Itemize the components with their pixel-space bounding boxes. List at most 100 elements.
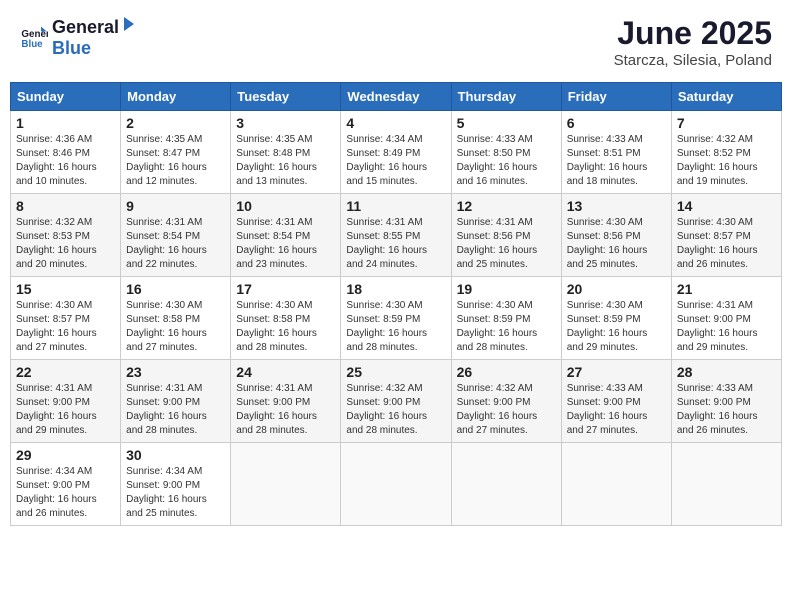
table-row: 6 Sunrise: 4:33 AM Sunset: 8:51 PM Dayli…	[561, 111, 671, 194]
day-info: Sunrise: 4:31 AM Sunset: 8:55 PM Dayligh…	[346, 216, 445, 272]
day-info: Sunrise: 4:30 AM Sunset: 8:58 PM Dayligh…	[236, 299, 335, 355]
table-row: 28 Sunrise: 4:33 AM Sunset: 9:00 PM Dayl…	[671, 360, 781, 443]
table-row: 7 Sunrise: 4:32 AM Sunset: 8:52 PM Dayli…	[671, 111, 781, 194]
day-info: Sunrise: 4:32 AM Sunset: 8:53 PM Dayligh…	[16, 216, 115, 272]
day-info: Sunrise: 4:34 AM Sunset: 8:49 PM Dayligh…	[346, 133, 445, 189]
table-row: 16 Sunrise: 4:30 AM Sunset: 8:58 PM Dayl…	[121, 277, 231, 360]
day-info: Sunrise: 4:31 AM Sunset: 8:54 PM Dayligh…	[126, 216, 225, 272]
table-row: 18 Sunrise: 4:30 AM Sunset: 8:59 PM Dayl…	[341, 277, 451, 360]
table-row	[561, 443, 671, 526]
day-info: Sunrise: 4:34 AM Sunset: 9:00 PM Dayligh…	[126, 465, 225, 521]
day-info: Sunrise: 4:32 AM Sunset: 9:00 PM Dayligh…	[457, 382, 556, 438]
title-area: June 2025 Starcza, Silesia, Poland	[614, 15, 772, 69]
table-row: 14 Sunrise: 4:30 AM Sunset: 8:57 PM Dayl…	[671, 194, 781, 277]
logo-arrow-icon	[120, 15, 138, 33]
logo: General Blue General Blue	[20, 15, 138, 59]
col-sunday: Sunday	[11, 83, 121, 111]
col-saturday: Saturday	[671, 83, 781, 111]
calendar-week-row: 22 Sunrise: 4:31 AM Sunset: 9:00 PM Dayl…	[11, 360, 782, 443]
col-thursday: Thursday	[451, 83, 561, 111]
col-wednesday: Wednesday	[341, 83, 451, 111]
day-info: Sunrise: 4:31 AM Sunset: 9:00 PM Dayligh…	[236, 382, 335, 438]
day-info: Sunrise: 4:33 AM Sunset: 9:00 PM Dayligh…	[567, 382, 666, 438]
table-row: 19 Sunrise: 4:30 AM Sunset: 8:59 PM Dayl…	[451, 277, 561, 360]
day-info: Sunrise: 4:33 AM Sunset: 8:50 PM Dayligh…	[457, 133, 556, 189]
calendar-week-row: 29 Sunrise: 4:34 AM Sunset: 9:00 PM Dayl…	[11, 443, 782, 526]
day-info: Sunrise: 4:30 AM Sunset: 8:57 PM Dayligh…	[16, 299, 115, 355]
day-number: 7	[677, 115, 776, 131]
table-row: 21 Sunrise: 4:31 AM Sunset: 9:00 PM Dayl…	[671, 277, 781, 360]
day-number: 13	[567, 198, 666, 214]
table-row: 3 Sunrise: 4:35 AM Sunset: 8:48 PM Dayli…	[231, 111, 341, 194]
day-info: Sunrise: 4:30 AM Sunset: 8:56 PM Dayligh…	[567, 216, 666, 272]
table-row: 8 Sunrise: 4:32 AM Sunset: 8:53 PM Dayli…	[11, 194, 121, 277]
day-info: Sunrise: 4:30 AM Sunset: 8:58 PM Dayligh…	[126, 299, 225, 355]
table-row: 30 Sunrise: 4:34 AM Sunset: 9:00 PM Dayl…	[121, 443, 231, 526]
day-info: Sunrise: 4:34 AM Sunset: 9:00 PM Dayligh…	[16, 465, 115, 521]
day-number: 10	[236, 198, 335, 214]
table-row: 2 Sunrise: 4:35 AM Sunset: 8:47 PM Dayli…	[121, 111, 231, 194]
day-info: Sunrise: 4:30 AM Sunset: 8:59 PM Dayligh…	[346, 299, 445, 355]
day-info: Sunrise: 4:30 AM Sunset: 8:57 PM Dayligh…	[677, 216, 776, 272]
day-number: 19	[457, 281, 556, 297]
table-row: 24 Sunrise: 4:31 AM Sunset: 9:00 PM Dayl…	[231, 360, 341, 443]
calendar-header-row: Sunday Monday Tuesday Wednesday Thursday…	[11, 83, 782, 111]
day-info: Sunrise: 4:32 AM Sunset: 8:52 PM Dayligh…	[677, 133, 776, 189]
table-row: 13 Sunrise: 4:30 AM Sunset: 8:56 PM Dayl…	[561, 194, 671, 277]
day-number: 29	[16, 447, 115, 463]
day-number: 14	[677, 198, 776, 214]
day-number: 2	[126, 115, 225, 131]
day-info: Sunrise: 4:31 AM Sunset: 9:00 PM Dayligh…	[126, 382, 225, 438]
day-number: 23	[126, 364, 225, 380]
svg-text:Blue: Blue	[21, 39, 43, 50]
day-info: Sunrise: 4:33 AM Sunset: 8:51 PM Dayligh…	[567, 133, 666, 189]
table-row	[341, 443, 451, 526]
table-row: 12 Sunrise: 4:31 AM Sunset: 8:56 PM Dayl…	[451, 194, 561, 277]
day-info: Sunrise: 4:35 AM Sunset: 8:47 PM Dayligh…	[126, 133, 225, 189]
logo-text-general: General	[52, 17, 119, 38]
day-info: Sunrise: 4:30 AM Sunset: 8:59 PM Dayligh…	[567, 299, 666, 355]
day-number: 24	[236, 364, 335, 380]
day-number: 30	[126, 447, 225, 463]
table-row: 11 Sunrise: 4:31 AM Sunset: 8:55 PM Dayl…	[341, 194, 451, 277]
day-number: 12	[457, 198, 556, 214]
table-row	[671, 443, 781, 526]
col-friday: Friday	[561, 83, 671, 111]
day-number: 4	[346, 115, 445, 131]
table-row: 9 Sunrise: 4:31 AM Sunset: 8:54 PM Dayli…	[121, 194, 231, 277]
day-number: 11	[346, 198, 445, 214]
day-number: 5	[457, 115, 556, 131]
day-number: 17	[236, 281, 335, 297]
page-header: General Blue General Blue June 2025 Star…	[10, 10, 782, 74]
table-row: 26 Sunrise: 4:32 AM Sunset: 9:00 PM Dayl…	[451, 360, 561, 443]
day-number: 21	[677, 281, 776, 297]
table-row: 4 Sunrise: 4:34 AM Sunset: 8:49 PM Dayli…	[341, 111, 451, 194]
day-number: 27	[567, 364, 666, 380]
day-info: Sunrise: 4:31 AM Sunset: 9:00 PM Dayligh…	[16, 382, 115, 438]
day-number: 20	[567, 281, 666, 297]
day-info: Sunrise: 4:30 AM Sunset: 8:59 PM Dayligh…	[457, 299, 556, 355]
logo-text-blue: Blue	[52, 38, 91, 58]
table-row: 23 Sunrise: 4:31 AM Sunset: 9:00 PM Dayl…	[121, 360, 231, 443]
table-row: 10 Sunrise: 4:31 AM Sunset: 8:54 PM Dayl…	[231, 194, 341, 277]
day-number: 1	[16, 115, 115, 131]
table-row: 25 Sunrise: 4:32 AM Sunset: 9:00 PM Dayl…	[341, 360, 451, 443]
table-row: 17 Sunrise: 4:30 AM Sunset: 8:58 PM Dayl…	[231, 277, 341, 360]
day-number: 28	[677, 364, 776, 380]
day-number: 16	[126, 281, 225, 297]
month-title: June 2025	[614, 15, 772, 52]
table-row: 20 Sunrise: 4:30 AM Sunset: 8:59 PM Dayl…	[561, 277, 671, 360]
day-number: 15	[16, 281, 115, 297]
table-row: 15 Sunrise: 4:30 AM Sunset: 8:57 PM Dayl…	[11, 277, 121, 360]
day-number: 3	[236, 115, 335, 131]
day-number: 26	[457, 364, 556, 380]
table-row	[231, 443, 341, 526]
calendar-week-row: 8 Sunrise: 4:32 AM Sunset: 8:53 PM Dayli…	[11, 194, 782, 277]
table-row: 29 Sunrise: 4:34 AM Sunset: 9:00 PM Dayl…	[11, 443, 121, 526]
col-monday: Monday	[121, 83, 231, 111]
table-row: 5 Sunrise: 4:33 AM Sunset: 8:50 PM Dayli…	[451, 111, 561, 194]
day-number: 25	[346, 364, 445, 380]
calendar-week-row: 15 Sunrise: 4:30 AM Sunset: 8:57 PM Dayl…	[11, 277, 782, 360]
day-info: Sunrise: 4:31 AM Sunset: 9:00 PM Dayligh…	[677, 299, 776, 355]
table-row: 27 Sunrise: 4:33 AM Sunset: 9:00 PM Dayl…	[561, 360, 671, 443]
